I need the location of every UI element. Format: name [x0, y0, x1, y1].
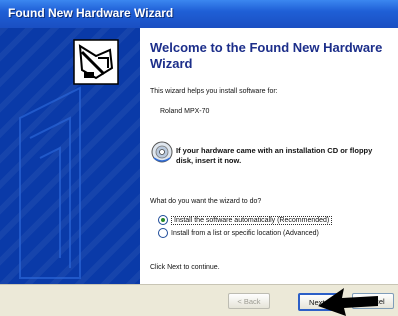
cd-prompt: If your hardware came with an installati…	[176, 146, 373, 165]
radio-option-automatic[interactable]: Install the software automatically (Reco…	[158, 215, 333, 225]
radio-label-automatic[interactable]: Install the software automatically (Reco…	[171, 215, 333, 225]
radio-label-advanced[interactable]: Install from a list or specific location…	[171, 230, 319, 237]
back-button[interactable]: < Back	[228, 293, 270, 309]
continue-hint: Click Next to continue.	[150, 264, 220, 271]
page-title: Welcome to the Found New Hardware Wizard	[150, 40, 383, 71]
wizard-content: Welcome to the Found New Hardware Wizard…	[140, 28, 398, 284]
arrow-pointer	[318, 288, 378, 316]
question-text: What do you want the wizard to do?	[150, 198, 262, 205]
title-bar[interactable]: Found New Hardware Wizard	[0, 0, 398, 28]
sidebar-decoration	[19, 39, 119, 279]
radio-button[interactable]	[158, 228, 168, 238]
hardware-install-icon	[73, 39, 119, 85]
cd-icon	[151, 141, 173, 163]
window-title: Found New Hardware Wizard	[8, 6, 174, 20]
wizard-window: Found New Hardware Wizard Welcome to the…	[0, 0, 398, 316]
radio-option-advanced[interactable]: Install from a list or specific location…	[158, 228, 319, 238]
intro-text: This wizard helps you install software f…	[150, 88, 278, 95]
device-name: Roland MPX-70	[160, 108, 210, 115]
wizard-sidebar	[0, 28, 140, 284]
radio-button-selected[interactable]	[158, 215, 168, 225]
